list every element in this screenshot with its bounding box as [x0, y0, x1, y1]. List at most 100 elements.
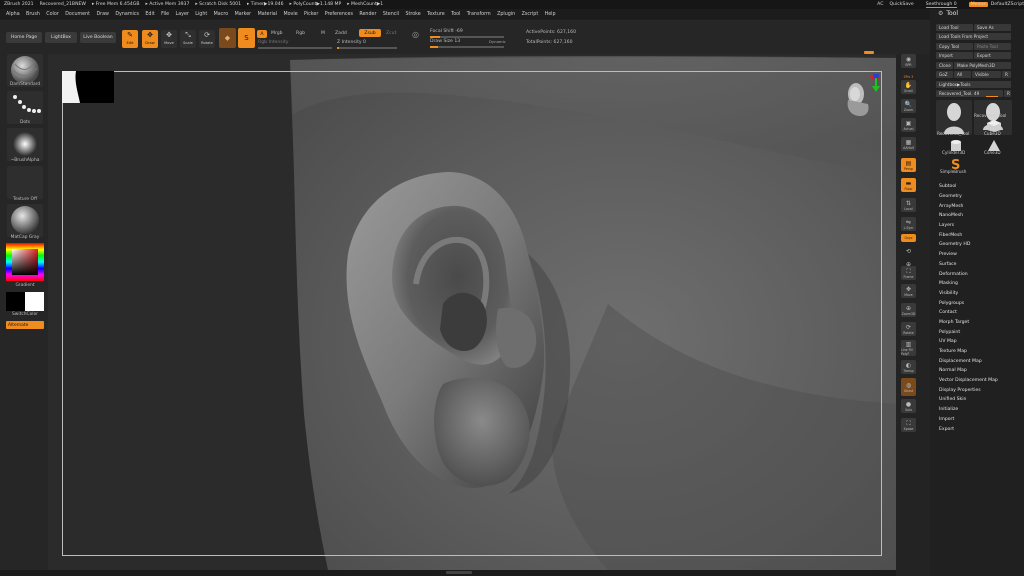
- import-button[interactable]: Import: [936, 52, 973, 59]
- navigator-thumbnail[interactable]: [62, 71, 114, 103]
- menu-material[interactable]: Material: [258, 12, 278, 17]
- subpalette-arraymesh[interactable]: ArrayMesh: [939, 201, 1019, 211]
- rgb-intensity-track[interactable]: [258, 47, 332, 49]
- linefill-button[interactable]: ▥ Line Fill PolyF: [901, 340, 916, 356]
- subpalette-surface[interactable]: Surface: [939, 260, 1019, 270]
- menu-dynamics[interactable]: Dynamics: [115, 12, 139, 17]
- sculptris-pro-button[interactable]: ◆: [219, 28, 236, 48]
- move-view-button[interactable]: ✥ Move: [901, 284, 916, 298]
- paste-tool-button[interactable]: Paste Tool: [974, 43, 1011, 50]
- make-polymesh3d-button[interactable]: Make PolyMesh3D: [954, 62, 1011, 69]
- ac-button[interactable]: AC: [877, 2, 883, 7]
- subpalette-polygroups[interactable]: Polygroups: [939, 298, 1019, 308]
- menu-macro[interactable]: Macro: [214, 12, 229, 17]
- zsub-button[interactable]: Zsub: [359, 29, 381, 37]
- current-tool-slider[interactable]: Recovered_Tool. 49: [936, 90, 1003, 97]
- menu-marker[interactable]: Marker: [235, 12, 252, 17]
- menu-file[interactable]: File: [161, 12, 169, 17]
- material-selector[interactable]: [7, 204, 43, 237]
- subpalette-initialize[interactable]: Initialize: [939, 405, 1019, 415]
- lightbox-tools-button[interactable]: Lightbox▶Tools: [936, 81, 1011, 88]
- draw-size-track[interactable]: [430, 46, 504, 48]
- load-tool-button[interactable]: Load Tool: [936, 24, 973, 31]
- primary-color-swatch[interactable]: [6, 292, 25, 311]
- draw-mode-button[interactable]: ✥ Draw: [142, 30, 158, 48]
- menu-zscript[interactable]: Zscript: [522, 12, 539, 17]
- rgb-button[interactable]: Rgb: [296, 31, 305, 36]
- menu-tool[interactable]: Tool: [451, 12, 460, 17]
- dynamic-toggle[interactable]: Dynamic: [489, 39, 506, 44]
- switch-color-button[interactable]: SwitchColor: [3, 312, 47, 317]
- goz-visible-button[interactable]: Visible: [972, 71, 1001, 78]
- menu-stroke[interactable]: Stroke: [405, 12, 420, 17]
- subpalette-unified-skin[interactable]: Unified Skin: [939, 395, 1019, 405]
- subpalette-geometry-hd[interactable]: Geometry HD: [939, 240, 1019, 250]
- lsym-icon[interactable]: ⇋ L.Sym: [901, 217, 916, 231]
- clone-button[interactable]: Clone: [936, 62, 953, 69]
- subpalette-masking[interactable]: Masking: [939, 279, 1019, 289]
- menu-color[interactable]: Color: [46, 12, 59, 17]
- menu-preferences[interactable]: Preferences: [325, 12, 353, 17]
- home-page-button[interactable]: Home Page: [6, 32, 42, 43]
- actual-icon[interactable]: ▣ Actual: [901, 118, 916, 132]
- frame-icon[interactable]: ⟲: [901, 244, 916, 258]
- subpalette-subtool[interactable]: Subtool: [939, 182, 1019, 192]
- export-button[interactable]: Export: [974, 52, 1011, 59]
- seethrough-slider[interactable]: Seethrough 0: [925, 2, 957, 8]
- m-button[interactable]: M: [321, 31, 325, 36]
- menu-texture[interactable]: Texture: [427, 12, 445, 17]
- rotate-mode-button[interactable]: ⟳ Rotate: [199, 30, 215, 48]
- orientation-gizmo[interactable]: [836, 74, 880, 118]
- edit-mode-button[interactable]: ✎ Edit: [122, 30, 138, 48]
- subpalette-geometry[interactable]: Geometry: [939, 192, 1019, 202]
- zoom-icon[interactable]: 🔍 Zoom: [901, 99, 916, 113]
- symmetry-button[interactable]: S: [238, 28, 255, 48]
- menu-alpha[interactable]: Alpha: [6, 12, 20, 17]
- persp-icon[interactable]: ▤ Persp: [901, 158, 916, 172]
- bottom-tray-handle[interactable]: [446, 571, 472, 574]
- menu-layer[interactable]: Layer: [176, 12, 189, 17]
- subpalette-layers[interactable]: Layers: [939, 221, 1019, 231]
- alpha-selector[interactable]: [7, 128, 43, 161]
- move-mode-button[interactable]: ✥ Move: [161, 30, 177, 48]
- xpose-button[interactable]: ⛶ Xpose: [901, 418, 916, 432]
- color-picker[interactable]: [6, 243, 44, 281]
- focal-shift-slider[interactable]: Focal Shift -69: [430, 29, 463, 34]
- subpalette-export[interactable]: Export: [939, 424, 1019, 434]
- lightbox-button[interactable]: LightBox: [45, 32, 77, 43]
- subpalette-deformation[interactable]: Deformation: [939, 269, 1019, 279]
- subpalette-preview[interactable]: Preview: [939, 250, 1019, 260]
- zcut-button[interactable]: Zcut: [386, 31, 396, 36]
- subpalette-display-properties[interactable]: Display Properties: [939, 385, 1019, 395]
- subpalette-uv-map[interactable]: UV Map: [939, 337, 1019, 347]
- cube3d-thumb[interactable]: [987, 120, 1001, 132]
- subpalette-polypaint[interactable]: Polypaint: [939, 327, 1019, 337]
- subpalette-vector-displacement-map[interactable]: Vector Displacement Map: [939, 376, 1019, 386]
- menu-draw[interactable]: Draw: [96, 12, 109, 17]
- current-tool-r-button[interactable]: R: [1004, 90, 1011, 97]
- menu-zplugin[interactable]: Zplugin: [497, 12, 515, 17]
- subpalette-morph-target[interactable]: Morph Target: [939, 318, 1019, 328]
- main-secondary-color[interactable]: [6, 292, 44, 311]
- live-boolean-button[interactable]: Live Boolean: [80, 32, 116, 43]
- recovered-tool-thumb[interactable]: [936, 100, 972, 135]
- rotate-view-button[interactable]: ⟳ Rotate: [901, 322, 916, 336]
- a-button[interactable]: A: [257, 30, 267, 38]
- menu-stencil[interactable]: Stencil: [383, 12, 399, 17]
- focal-shift-track[interactable]: [430, 36, 504, 38]
- menu-light[interactable]: Light: [195, 12, 207, 17]
- scroll-icon[interactable]: ✋ Scroll: [901, 80, 916, 94]
- mrgb-button[interactable]: Mrgb: [271, 31, 283, 36]
- frame-button[interactable]: ⛶ Frame: [901, 266, 916, 280]
- local-icon[interactable]: ⇅ Local: [901, 198, 916, 212]
- scale-mode-button[interactable]: ⤡ Scale: [180, 30, 196, 48]
- menu-picker[interactable]: Picker: [304, 12, 318, 17]
- goz-button[interactable]: GoZ: [936, 71, 953, 78]
- z-intensity-track[interactable]: [337, 47, 397, 49]
- bpr-icon[interactable]: ◉ BPR: [901, 54, 916, 68]
- zoom3d-button[interactable]: ⊕ Zoom3D: [901, 303, 916, 317]
- texture-selector[interactable]: [7, 166, 43, 199]
- transp-button[interactable]: ◐ Transp: [901, 360, 916, 374]
- floor-icon[interactable]: ▬ Floor: [901, 178, 916, 192]
- xyz-icon[interactable]: Gxyz: [901, 234, 916, 242]
